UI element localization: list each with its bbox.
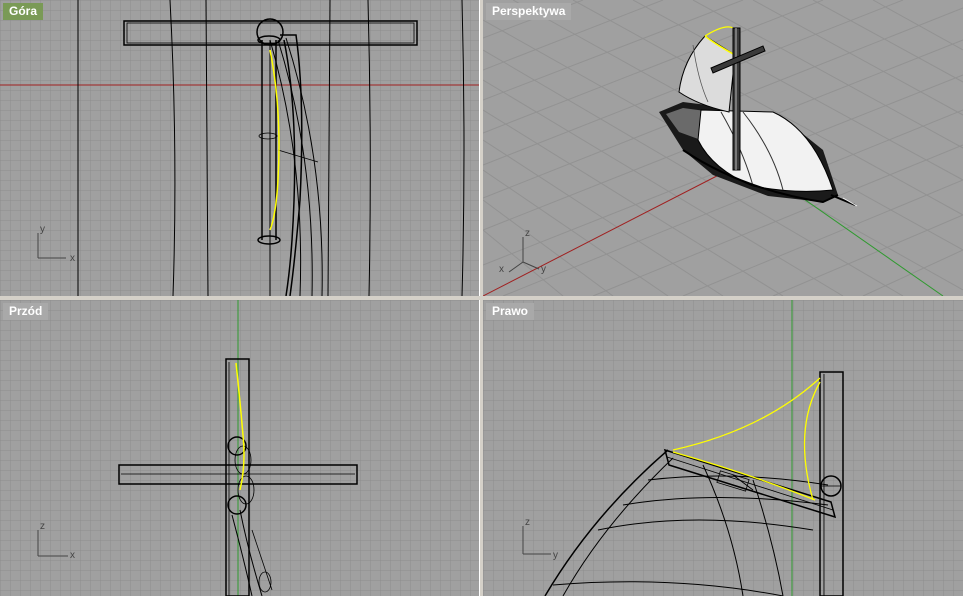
viewport-label-perspective[interactable]: Perspektywa [486, 3, 572, 20]
axis-label-z: z [525, 517, 530, 528]
axis-label-x: x [70, 253, 75, 264]
front-view-canvas[interactable]: z x [0, 300, 479, 596]
viewport-label-right[interactable]: Prawo [486, 303, 535, 320]
viewport-label-top[interactable]: Góra [3, 3, 44, 20]
perspective-view-canvas[interactable]: z x y [483, 0, 963, 296]
axis-label-y: y [541, 264, 546, 275]
axis-label-y: y [553, 550, 558, 561]
viewport-right[interactable]: Prawo z y [483, 300, 963, 596]
axis-label-z: z [40, 521, 45, 532]
axis-label-x: x [70, 550, 75, 561]
axis-label-y: y [40, 224, 45, 235]
viewport-top[interactable]: Góra y x [0, 0, 480, 296]
top-view-canvas[interactable]: y x [0, 0, 479, 296]
viewport-perspective[interactable]: Perspektywa z x y [483, 0, 963, 296]
viewport-front[interactable]: Przód z x [0, 300, 480, 596]
viewport-label-front[interactable]: Przód [3, 303, 49, 320]
axis-label-x: x [499, 264, 504, 275]
right-view-canvas[interactable]: z y [483, 300, 963, 596]
axis-label-z: z [525, 228, 530, 239]
